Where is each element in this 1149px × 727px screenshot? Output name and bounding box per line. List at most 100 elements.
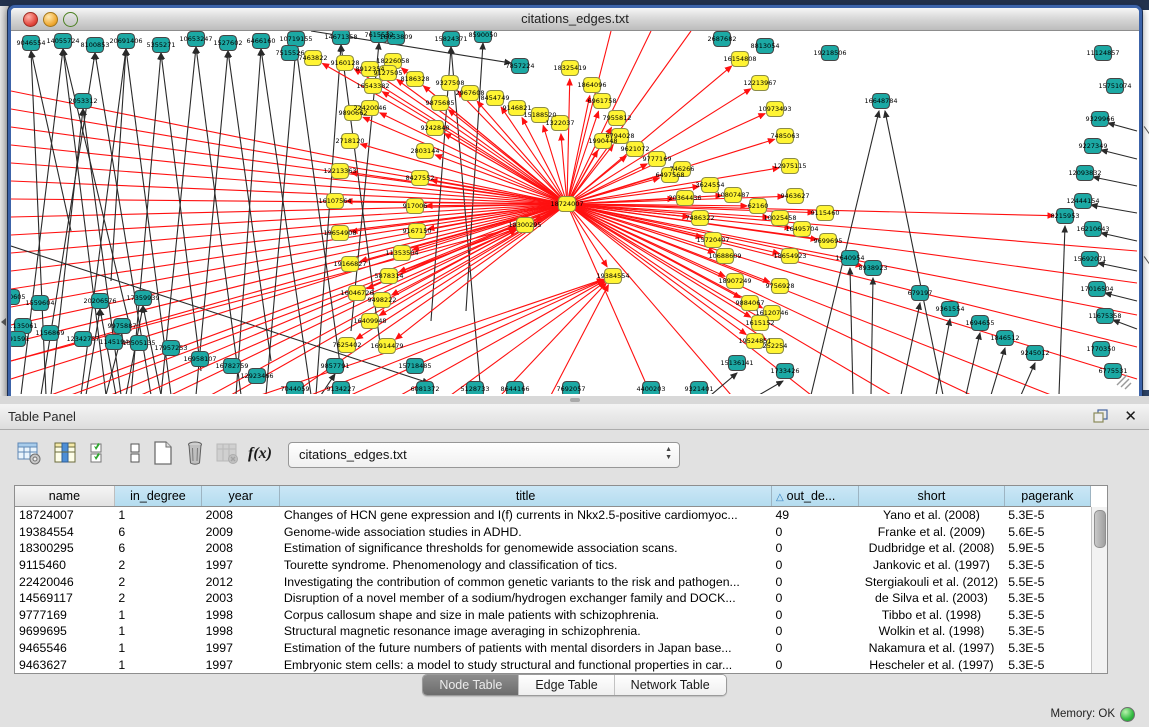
cell-pagerank[interactable]: 5.9E-5 (1004, 540, 1090, 557)
cell-year[interactable]: 2012 (202, 573, 280, 590)
memory-status-indicator[interactable] (1120, 707, 1135, 722)
column-header-in-degree[interactable]: in_degree (114, 486, 201, 507)
column-header-short[interactable]: short (859, 486, 1004, 507)
cell-in_degree[interactable]: 2 (114, 590, 201, 607)
delete-column-icon[interactable] (182, 440, 210, 468)
cell-short[interactable]: Stergiakouli et al. (2012) (859, 573, 1004, 590)
cell-name[interactable]: 9699695 (15, 623, 114, 640)
cell-out_degree[interactable]: 0 (771, 540, 858, 557)
cell-pagerank[interactable]: 5.3E-5 (1004, 656, 1090, 673)
cell-title[interactable]: Estimation of the future numbers of pati… (280, 640, 772, 657)
table-row[interactable]: 911546021997Tourette syndrome. Phenomeno… (15, 557, 1091, 574)
cell-year[interactable]: 2009 (202, 524, 280, 541)
cell-name[interactable]: 9115460 (15, 557, 114, 574)
cell-out_degree[interactable]: 0 (771, 623, 858, 640)
cell-title[interactable]: Corpus callosum shape and size in male p… (280, 607, 772, 624)
table-row[interactable]: 977716911998Corpus callosum shape and si… (15, 607, 1091, 624)
cell-title[interactable]: Structural magnetic resonance image aver… (280, 623, 772, 640)
cell-out_degree[interactable]: 0 (771, 573, 858, 590)
cell-title[interactable]: Genome-wide association studies in ADHD. (280, 524, 772, 541)
cell-title[interactable]: Changes of HCN gene expression and I(f) … (280, 507, 772, 524)
scrollbar-thumb[interactable] (1094, 510, 1106, 548)
cell-in_degree[interactable]: 6 (114, 524, 201, 541)
cell-in_degree[interactable]: 1 (114, 507, 201, 524)
cell-in_degree[interactable]: 2 (114, 573, 201, 590)
cell-pagerank[interactable]: 5.3E-5 (1004, 557, 1090, 574)
citation-network-graph[interactable]: 1872400718300295193845547463822916012889… (11, 31, 1139, 394)
cell-pagerank[interactable]: 5.3E-5 (1004, 590, 1090, 607)
cell-out_degree[interactable]: 49 (771, 507, 858, 524)
cell-name[interactable]: 9777169 (15, 607, 114, 624)
cell-name[interactable]: 9463627 (15, 656, 114, 673)
cell-short[interactable]: Tibbo et al. (1998) (859, 607, 1004, 624)
cell-pagerank[interactable]: 5.3E-5 (1004, 607, 1090, 624)
cell-year[interactable]: 1997 (202, 656, 280, 673)
cell-out_degree[interactable]: 0 (771, 656, 858, 673)
panel-splitter[interactable] (0, 396, 1149, 404)
table-row[interactable]: 946362711997Embryonic stem cells: a mode… (15, 656, 1091, 673)
table-scrollbar[interactable] (1091, 507, 1107, 673)
cell-out_degree[interactable]: 0 (771, 590, 858, 607)
table-mode-icon[interactable] (16, 440, 44, 468)
cell-year[interactable]: 1997 (202, 557, 280, 574)
function-builder-icon[interactable]: f(x) (248, 440, 282, 468)
cell-title[interactable]: Embryonic stem cells: a model to study s… (280, 656, 772, 673)
cell-title[interactable]: Investigating the contribution of common… (280, 573, 772, 590)
table-row[interactable]: 969969511998Structural magnetic resonanc… (15, 623, 1091, 640)
cell-name[interactable]: 14569117 (15, 590, 114, 607)
table-row[interactable]: 1872400712008Changes of HCN gene express… (15, 507, 1091, 524)
cell-short[interactable]: Franke et al. (2009) (859, 524, 1004, 541)
cell-out_degree[interactable]: 0 (771, 524, 858, 541)
cell-short[interactable]: Nakamura et al. (1997) (859, 640, 1004, 657)
tab-edge-table[interactable]: Edge Table (518, 675, 613, 695)
new-column-icon[interactable] (150, 440, 178, 468)
cell-short[interactable]: Yano et al. (2008) (859, 507, 1004, 524)
cell-name[interactable]: 18724007 (15, 507, 114, 524)
cell-in_degree[interactable]: 1 (114, 607, 201, 624)
cell-short[interactable]: Wolkin et al. (1998) (859, 623, 1004, 640)
cell-year[interactable]: 1997 (202, 640, 280, 657)
cell-name[interactable]: 22420046 (15, 573, 114, 590)
network-canvas[interactable]: 1872400718300295193845547463822916012889… (11, 31, 1139, 396)
cell-name[interactable]: 18300295 (15, 540, 114, 557)
cell-out_degree[interactable]: 0 (771, 557, 858, 574)
cell-title[interactable]: Tourette syndrome. Phenomenology and cla… (280, 557, 772, 574)
unselect-all-icon[interactable] (122, 440, 150, 468)
cell-short[interactable]: Jankovic et al. (1997) (859, 557, 1004, 574)
cell-year[interactable]: 2008 (202, 540, 280, 557)
tab-node-table[interactable]: Node Table (423, 675, 518, 695)
cell-name[interactable]: 19384554 (15, 524, 114, 541)
panel-expand-arrow-icon[interactable] (1, 318, 6, 326)
cell-name[interactable]: 9465546 (15, 640, 114, 657)
cell-in_degree[interactable]: 2 (114, 557, 201, 574)
show-columns-icon[interactable] (52, 440, 80, 468)
cell-in_degree[interactable]: 1 (114, 640, 201, 657)
table-row[interactable]: 1456911722003Disruption of a novel membe… (15, 590, 1091, 607)
table-row[interactable]: 1938455462009Genome-wide association stu… (15, 524, 1091, 541)
window-titlebar[interactable]: citations_edges.txt (11, 8, 1139, 31)
cell-out_degree[interactable]: 0 (771, 607, 858, 624)
cell-in_degree[interactable]: 1 (114, 623, 201, 640)
column-header-pagerank[interactable]: pagerank (1004, 486, 1090, 507)
column-header-title[interactable]: title (280, 486, 772, 507)
column-header-out-degree[interactable]: △out_de... (771, 486, 858, 507)
table-selector-dropdown[interactable]: citations_edges.txt ▲▼ (288, 442, 680, 468)
close-panel-icon[interactable]: ✕ (1124, 407, 1137, 425)
cell-pagerank[interactable]: 5.3E-5 (1004, 623, 1090, 640)
cell-title[interactable]: Estimation of significance thresholds fo… (280, 540, 772, 557)
cell-pagerank[interactable]: 5.6E-5 (1004, 524, 1090, 541)
cell-year[interactable]: 2003 (202, 590, 280, 607)
cell-short[interactable]: Hescheler et al. (1997) (859, 656, 1004, 673)
cell-pagerank[interactable]: 5.5E-5 (1004, 573, 1090, 590)
column-header-year[interactable]: year (202, 486, 280, 507)
splitter-grip[interactable] (570, 398, 580, 402)
cell-out_degree[interactable]: 0 (771, 640, 858, 657)
table-row[interactable]: 946554611997Estimation of the future num… (15, 640, 1091, 657)
cell-short[interactable]: Dudbridge et al. (2008) (859, 540, 1004, 557)
select-all-icon[interactable] (88, 440, 116, 468)
delete-table-icon[interactable] (214, 440, 242, 468)
cell-year[interactable]: 2008 (202, 507, 280, 524)
cell-in_degree[interactable]: 1 (114, 656, 201, 673)
float-panel-icon[interactable] (1093, 409, 1109, 423)
cell-pagerank[interactable]: 5.3E-5 (1004, 640, 1090, 657)
